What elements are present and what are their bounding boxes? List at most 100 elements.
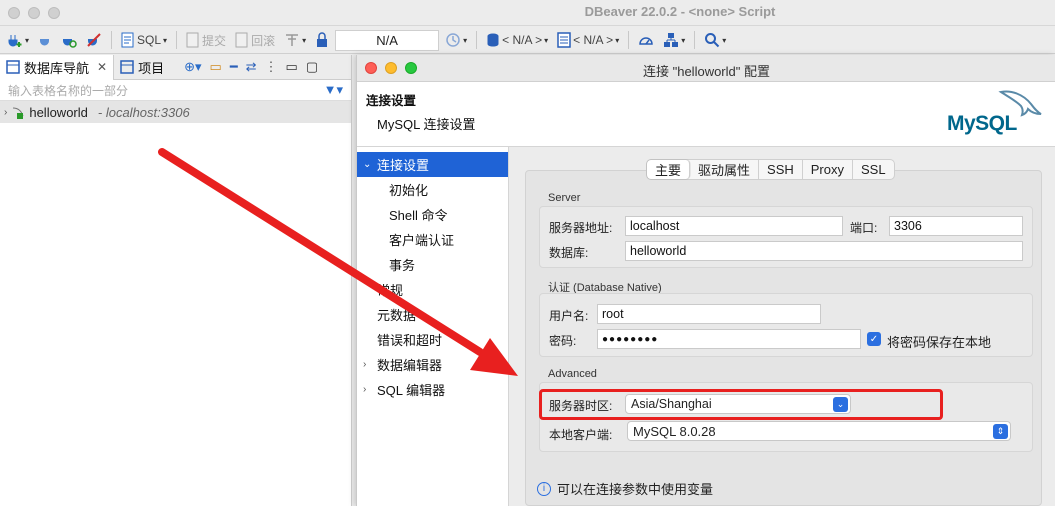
host-label: 服务器地址: xyxy=(549,221,613,235)
sidebar-item-sql-editor[interactable]: › SQL 编辑器 xyxy=(357,377,508,402)
search-icon xyxy=(705,33,720,48)
filter-input[interactable]: 输入表格名称的一部分 xyxy=(8,82,324,99)
connect-button[interactable] xyxy=(35,30,55,50)
view-menu-icon[interactable]: ⋮ xyxy=(265,59,278,75)
database-label: 数据库: xyxy=(549,246,589,260)
sidebar-item-label: SQL 编辑器 xyxy=(377,383,446,398)
link-editor-icon[interactable]: ⇄ xyxy=(246,59,257,75)
mysql-logo: MySQL xyxy=(947,86,1049,142)
commit-button[interactable]: 提交 xyxy=(183,30,229,50)
dashboard-button[interactable] xyxy=(635,30,657,50)
tree-item-connection[interactable]: › helloworld - localhost:3306 xyxy=(0,101,351,123)
updown-chevron-icon: ⇕ xyxy=(993,424,1008,439)
search-button[interactable]: ▾ xyxy=(701,30,729,50)
connection-host: - localhost:3306 xyxy=(97,104,190,120)
sidebar-item-client-auth[interactable]: 客户端认证 xyxy=(357,227,508,252)
sidebar-item-errors-timeouts[interactable]: 错误和超时 xyxy=(357,327,508,352)
sidebar-item-general[interactable]: 常规 xyxy=(357,277,508,302)
project-icon xyxy=(120,60,134,74)
sidebar-item-label: 元数据 xyxy=(377,308,417,323)
host-input[interactable]: localhost xyxy=(625,216,843,236)
rollback-button[interactable]: 回滚 xyxy=(232,30,278,50)
dialog-titlebar: 连接 "helloworld" 配置 xyxy=(357,55,1055,82)
new-folder-icon[interactable]: ▭ xyxy=(210,59,222,75)
tab-projects[interactable]: 项目 xyxy=(114,55,170,80)
sidebar-item-shell-commands[interactable]: Shell 命令 xyxy=(357,202,508,227)
tab-ssh[interactable]: SSH xyxy=(759,160,803,179)
collapse-all-icon[interactable]: ━ xyxy=(230,59,238,75)
toolbar-separator xyxy=(476,31,478,49)
chevron-right-icon: › xyxy=(363,359,367,370)
save-password-checkbox[interactable]: ✓ xyxy=(867,332,881,346)
sidebar-item-metadata[interactable]: 元数据 xyxy=(357,302,508,327)
sidebar-item-connection-settings[interactable]: ⌄ 连接设置 xyxy=(357,152,508,177)
navigator-filter[interactable]: 输入表格名称的一部分 ▼▾ xyxy=(0,80,351,101)
sidebar-item-label: Shell 命令 xyxy=(389,208,448,223)
erd-button[interactable]: ▾ xyxy=(660,30,688,50)
navigator-tabs: 数据库导航 ✕ 项目 ⊕▾ ▭ ━ ⇄ ⋮ ▭ ▢ xyxy=(0,54,351,80)
sidebar-item-label: 连接设置 xyxy=(377,158,430,173)
toolbar-separator xyxy=(694,31,696,49)
username-input[interactable]: root xyxy=(597,304,821,324)
sidebar-item-transactions[interactable]: 事务 xyxy=(357,252,508,277)
header-subtitle: MySQL 连接设置 xyxy=(377,117,476,132)
history-button[interactable]: ▾ xyxy=(442,30,470,50)
tab-ssl[interactable]: SSL xyxy=(853,160,894,179)
rollback-label: 回滚 xyxy=(251,33,276,48)
sidebar-item-init[interactable]: 初始化 xyxy=(357,177,508,202)
sidebar-item-label: 初始化 xyxy=(389,183,429,198)
active-datasource-box[interactable]: N/A xyxy=(335,29,440,51)
sql-label: SQL xyxy=(137,33,162,47)
sidebar-item-data-editor[interactable]: › 数据编辑器 xyxy=(357,352,508,377)
password-label: 密码: xyxy=(549,334,577,348)
local-client-select[interactable]: MySQL 8.0.28 ⇕ xyxy=(627,421,1011,441)
transaction-icon xyxy=(286,34,299,46)
maximize-icon[interactable]: ▢ xyxy=(306,59,318,75)
lock-icon xyxy=(317,32,328,47)
close-tab-icon[interactable]: ✕ xyxy=(97,60,107,74)
database-icon xyxy=(487,33,499,47)
chevron-right-icon: › xyxy=(363,384,367,395)
schema-selector[interactable]: < N/A > ▾ xyxy=(483,30,551,50)
plug-disconnect-icon xyxy=(87,33,101,47)
tab-proxy[interactable]: Proxy xyxy=(803,160,853,179)
info-text: 可以在连接参数中使用变量 xyxy=(557,482,714,497)
sql-icon xyxy=(121,32,134,48)
port-input[interactable]: 3306 xyxy=(889,216,1023,236)
lock-button[interactable] xyxy=(312,30,332,50)
app-titlebar: DBeaver 22.0.2 - <none> Script xyxy=(0,0,1055,26)
history-icon xyxy=(446,33,460,47)
diagram-icon xyxy=(664,33,679,47)
schema-icon xyxy=(557,32,571,48)
dialog-title: 连接 "helloworld" 配置 xyxy=(643,64,770,79)
sidebar-item-label: 数据编辑器 xyxy=(377,358,443,373)
new-connection-button[interactable]: ▾ xyxy=(4,30,32,50)
logo-text: MySQL xyxy=(947,112,1017,135)
sidebar-item-label: 错误和超时 xyxy=(377,333,443,348)
expand-arrow-icon[interactable]: › xyxy=(4,107,7,118)
disconnect-button[interactable] xyxy=(83,30,105,50)
database-input[interactable]: helloworld xyxy=(625,241,1023,261)
minimize-icon[interactable]: ▭ xyxy=(286,59,298,75)
new-connection-small-icon[interactable]: ⊕▾ xyxy=(184,59,201,75)
sql-editor-button[interactable]: SQL ▾ xyxy=(118,30,170,50)
tab-database-navigator[interactable]: 数据库导航 ✕ xyxy=(0,54,115,80)
transaction-mode-button[interactable]: ▾ xyxy=(281,30,309,50)
sidebar-item-label: 常规 xyxy=(377,283,404,298)
filter-icon[interactable]: ▼▾ xyxy=(324,82,343,98)
catalog-selector[interactable]: < N/A > ▾ xyxy=(554,30,622,50)
username-label: 用户名: xyxy=(549,309,589,323)
server-group-legend: Server xyxy=(548,192,581,204)
password-input[interactable]: ●●●●●●●● xyxy=(597,329,861,349)
tab-projects-label: 项目 xyxy=(138,60,165,76)
tab-driver-properties[interactable]: 驱动属性 xyxy=(690,160,760,179)
check-icon: ✓ xyxy=(869,333,879,345)
tab-main[interactable]: 主要 xyxy=(647,160,691,179)
sidebar-item-label: 事务 xyxy=(389,258,416,273)
info-icon: i xyxy=(537,481,551,496)
reconnect-button[interactable] xyxy=(58,30,80,50)
catalog-label: < N/A > xyxy=(573,33,614,47)
mysql-dolphin-icon xyxy=(13,107,24,119)
toolbar-separator xyxy=(176,31,178,49)
commit-label: 提交 xyxy=(202,33,227,48)
